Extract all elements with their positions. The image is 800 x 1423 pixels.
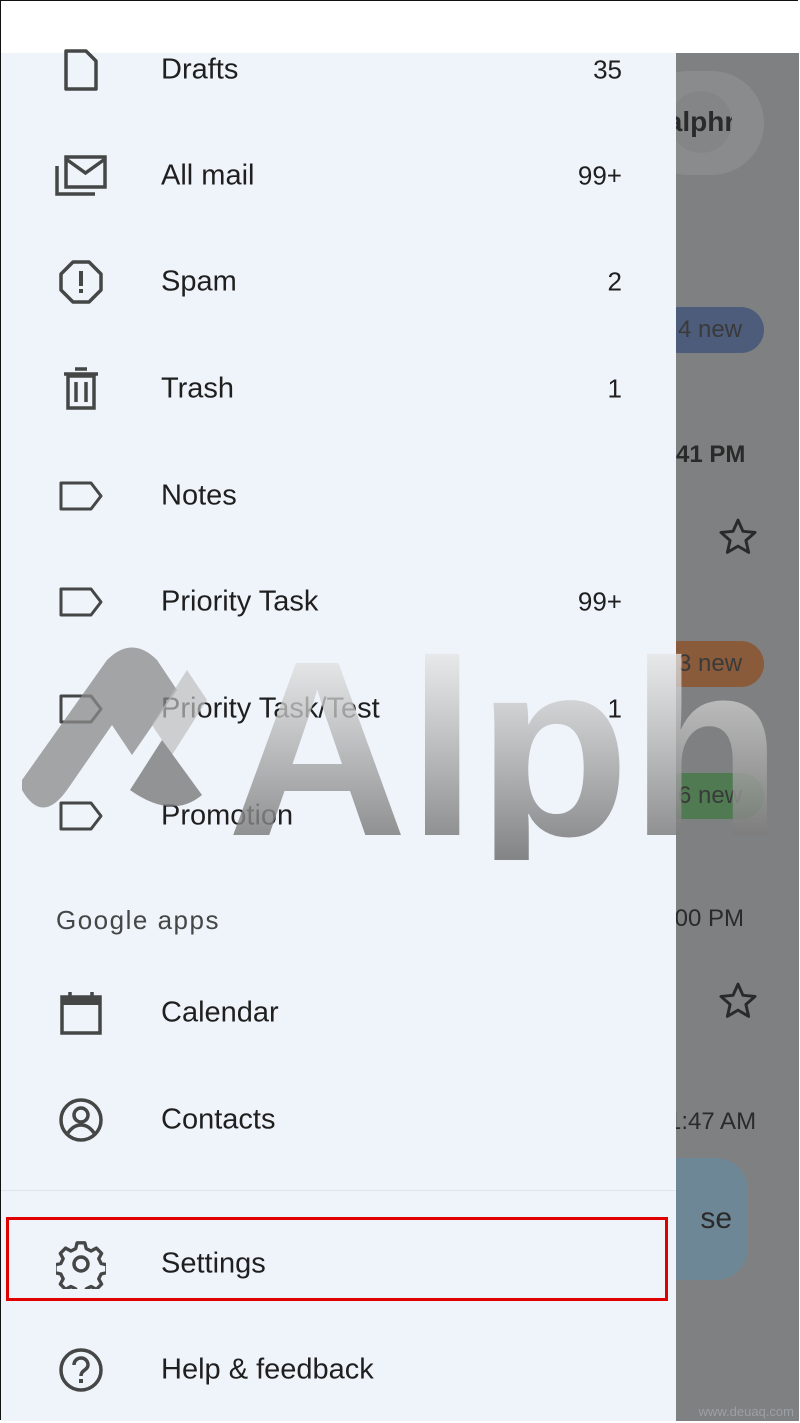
section-title-google-apps: Google apps — [56, 905, 220, 935]
badge-text: 4 new — [678, 316, 743, 343]
drawer-item-drafts[interactable]: Drafts 35 — [1, 17, 676, 123]
avatar-text: alphr — [676, 106, 732, 137]
drawer-item-label: Priority Task — [161, 585, 319, 618]
drawer-item-label: All mail — [161, 159, 255, 192]
label-icon — [53, 788, 109, 844]
site-watermark: www.deuaq.com — [698, 1404, 794, 1419]
drawer-item-notes[interactable]: Notes — [1, 443, 676, 549]
calendar-icon — [53, 985, 109, 1041]
drawer-item-priority-task-test[interactable]: Priority Task/Test 1 — [1, 656, 676, 762]
star-icon — [719, 518, 757, 554]
drawer-item-promotion[interactable]: Promotion — [1, 763, 676, 869]
drawer-item-label: Help & feedback — [161, 1353, 374, 1386]
contacts-icon — [53, 1092, 109, 1148]
drawer-item-count: 99+ — [577, 160, 622, 191]
drawer-item-calendar[interactable]: Calendar — [1, 960, 676, 1066]
drawer-item-label: Promotion — [161, 799, 294, 832]
drawer-item-label: Notes — [161, 479, 237, 512]
email-time: 1:47 AM — [676, 1108, 757, 1135]
navigation-drawer: Drafts 35 All mail 99+ Spam 2 Trash 1 No… — [1, 49, 676, 1423]
drawer-item-count: 1 — [607, 693, 622, 724]
settings-highlight-box — [6, 1217, 668, 1301]
star-icon — [719, 982, 757, 1018]
drawer-item-label: Priority Task/Test — [161, 692, 380, 725]
help-icon — [53, 1342, 109, 1398]
all-mail-icon — [53, 148, 109, 204]
drawer-item-label: Calendar — [161, 996, 279, 1029]
new-badge: 6 new — [676, 773, 764, 819]
drawer-item-spam[interactable]: Spam 2 — [1, 229, 676, 335]
badge-text: 6 new — [678, 782, 743, 809]
drawer-item-count: 35 — [593, 54, 622, 85]
trash-icon — [53, 361, 109, 417]
new-badge: 3 new — [676, 641, 764, 687]
new-badge: 4 new — [676, 307, 764, 353]
inbox-background[interactable]: alphr 4 new :41 PM 3 new 6 new :00 PM 1:… — [676, 53, 799, 1421]
draft-icon — [53, 42, 109, 98]
drawer-item-all-mail[interactable]: All mail 99+ — [1, 123, 676, 229]
badge-text: 3 new — [678, 650, 743, 677]
label-icon — [53, 468, 109, 524]
drawer-divider — [1, 1190, 676, 1191]
drawer-item-count: 2 — [607, 266, 622, 297]
drawer-item-count: 99+ — [577, 586, 622, 617]
drawer-item-trash[interactable]: Trash 1 — [1, 336, 676, 442]
drawer-item-count: 1 — [607, 373, 622, 404]
drawer-item-help[interactable]: Help & feedback — [1, 1317, 676, 1423]
label-icon — [53, 681, 109, 737]
drawer-item-label: Spam — [161, 265, 237, 298]
label-icon — [53, 574, 109, 630]
compose-button[interactable]: se — [676, 1158, 748, 1280]
compose-label: se — [700, 1202, 732, 1235]
email-time: :41 PM — [676, 441, 746, 468]
email-time: :00 PM — [676, 905, 745, 932]
drawer-item-label: Contacts — [161, 1103, 276, 1136]
drawer-item-priority-task[interactable]: Priority Task 99+ — [1, 549, 676, 655]
drawer-item-label: Trash — [161, 372, 235, 405]
drawer-item-contacts[interactable]: Contacts — [1, 1067, 676, 1173]
spam-icon — [53, 254, 109, 310]
drawer-item-label: Drafts — [161, 53, 239, 86]
